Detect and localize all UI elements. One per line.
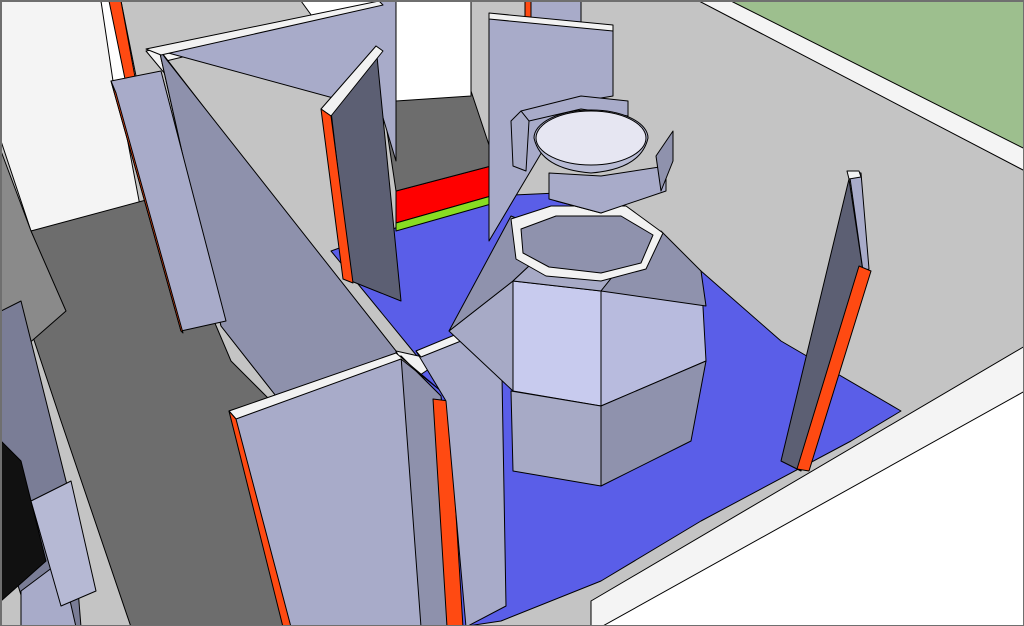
right-panel-top [846, 170, 862, 180]
tower-lower-front [512, 280, 602, 407]
dish-bowl-inner [535, 110, 647, 166]
3d-viewport[interactable] [0, 0, 1024, 626]
tower-base-left [510, 390, 602, 487]
bowl-holder-left [510, 110, 530, 172]
3d-scene [1, 1, 1023, 625]
